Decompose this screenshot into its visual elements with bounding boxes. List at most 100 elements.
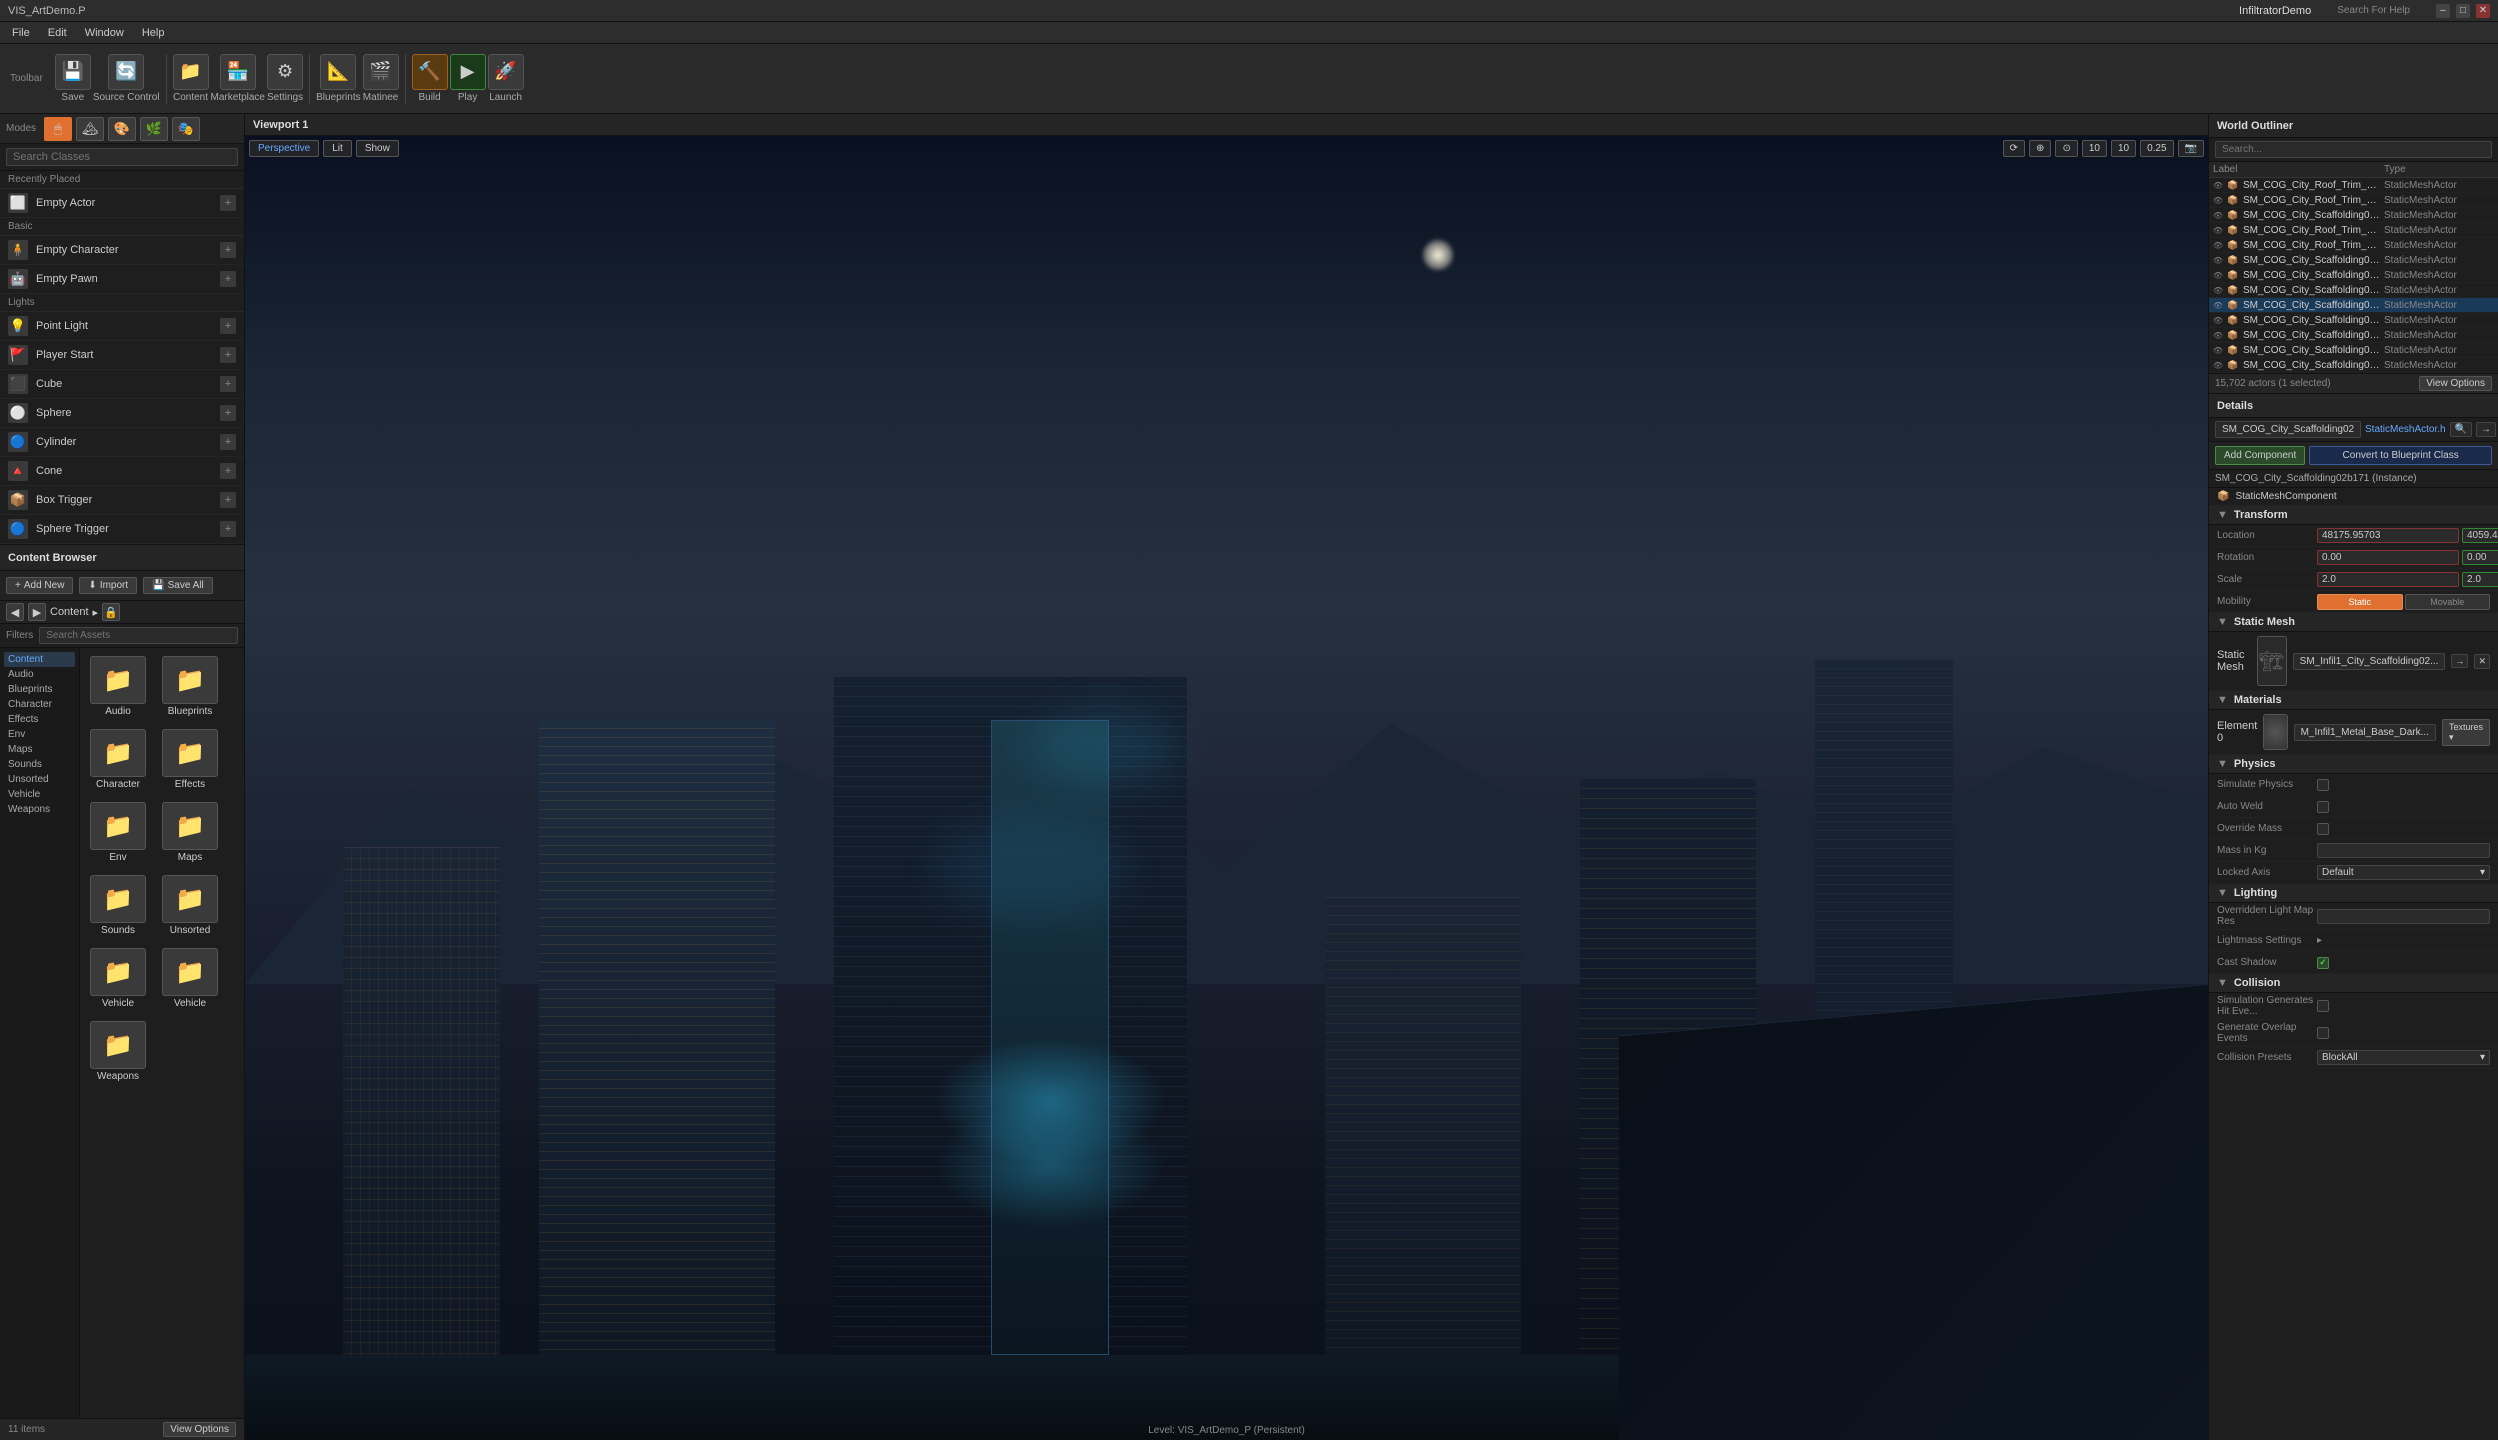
static-mesh-browse-button[interactable]: →: [2451, 654, 2468, 668]
scale-x-input[interactable]: [2317, 572, 2459, 587]
cb-folder-blueprints[interactable]: 📁 Blueprints: [156, 652, 224, 721]
gen-overlap-checkbox[interactable]: [2317, 1027, 2329, 1039]
mass-input[interactable]: [2317, 843, 2490, 858]
place-point-light[interactable]: 💡 Point Light +: [0, 312, 244, 341]
search-classes-input[interactable]: [6, 148, 238, 166]
cb-folder-weapons[interactable]: 📁 Weapons: [84, 1017, 152, 1086]
cb-folder-env[interactable]: 📁 Env: [84, 798, 152, 867]
cb-folder-unsorted[interactable]: 📁 Unsorted: [156, 871, 224, 940]
cb-folder-sounds[interactable]: 📁 Sounds: [84, 871, 152, 940]
outliner-item[interactable]: 👁 📦 SM_COG_City_Roof_Trim_VarB_Middle420…: [2209, 193, 2498, 208]
actor-class-link[interactable]: StaticMeshActor.h: [2365, 424, 2446, 435]
outliner-view-options-button[interactable]: View Options: [2419, 376, 2492, 391]
place-cone[interactable]: 🔺 Cone +: [0, 457, 244, 486]
cb-tree-item-vehicle[interactable]: Vehicle: [4, 787, 75, 802]
perspective-button[interactable]: Perspective: [249, 140, 319, 157]
mode-landscape-button[interactable]: 🏔: [76, 117, 104, 141]
place-box-trigger[interactable]: 📦 Box Trigger +: [0, 486, 244, 515]
locked-axis-dropdown[interactable]: Default ▾: [2317, 865, 2490, 880]
place-cube[interactable]: ⬛ Cube +: [0, 370, 244, 399]
add-component-button[interactable]: Add Component: [2215, 446, 2305, 465]
outliner-item[interactable]: 👁 📦 SM_COG_City_Scaffolding02b173 Static…: [2209, 328, 2498, 343]
sphere-trigger-add-btn[interactable]: +: [220, 521, 236, 537]
mode-geometry-button[interactable]: 🎭: [172, 117, 200, 141]
browse-actor-button[interactable]: →: [2476, 422, 2496, 437]
lighting-section[interactable]: ▼ Lighting: [2209, 884, 2498, 903]
search-actor-button[interactable]: 🔍: [2450, 422, 2472, 437]
cb-forward-button[interactable]: ▶: [28, 603, 46, 621]
menu-help[interactable]: Help: [134, 25, 173, 41]
textures-dropdown-button[interactable]: Textures ▾: [2442, 719, 2490, 746]
outliner-item[interactable]: 👁 📦 SM_COG_City_Scaffolding02b197 Static…: [2209, 343, 2498, 358]
static-mesh-clear-button[interactable]: ✕: [2474, 654, 2490, 669]
window-minimize-button[interactable]: –: [2436, 4, 2450, 18]
import-button[interactable]: ⬇ Import: [79, 577, 137, 594]
content-search-input[interactable]: [39, 627, 238, 644]
cube-add-btn[interactable]: +: [220, 376, 236, 392]
cb-back-button[interactable]: ◀: [6, 603, 24, 621]
build-button[interactable]: 🔨 Build: [412, 54, 448, 104]
cb-folder-audio[interactable]: 📁 Audio: [84, 652, 152, 721]
mobility-static-button[interactable]: Static: [2317, 594, 2403, 610]
add-new-button[interactable]: + Add New: [6, 577, 73, 594]
content-button[interactable]: 📁 Content: [173, 54, 209, 104]
outliner-item[interactable]: 👁 📦 SM_COG_City_Scaffolding02B_Middle457…: [2209, 208, 2498, 223]
viewport[interactable]: Perspective Lit Show ⟳ ⊕ ⊙ 10 10 0.25 📷 …: [245, 136, 2208, 1440]
cb-folder-character[interactable]: 📁 Character: [84, 725, 152, 794]
sim-gen-checkbox[interactable]: [2317, 1000, 2329, 1012]
player-start-add-btn[interactable]: +: [220, 347, 236, 363]
vp-ctrl-025[interactable]: 0.25: [2140, 140, 2173, 157]
lightmap-input[interactable]: [2317, 909, 2490, 924]
window-maximize-button[interactable]: □: [2456, 4, 2470, 18]
convert-blueprint-button[interactable]: Convert to Blueprint Class: [2309, 446, 2492, 465]
location-x-input[interactable]: [2317, 528, 2459, 543]
cb-tree-item-effects[interactable]: Effects: [4, 712, 75, 727]
matinee-button[interactable]: 🎬 Matinee: [363, 54, 399, 104]
override-mass-checkbox[interactable]: [2317, 823, 2329, 835]
outliner-item[interactable]: 👁 📦 SM_COG_City_Roof_Trim_VarB_Middle419…: [2209, 178, 2498, 193]
vp-ctrl-10-2[interactable]: 10: [2111, 140, 2136, 157]
source-control-button[interactable]: 🔄 Source Control: [93, 54, 160, 104]
outliner-item[interactable]: 👁 📦 SM_COG_City_Scaffolding02b171 Static…: [2209, 298, 2498, 313]
cylinder-add-btn[interactable]: +: [220, 434, 236, 450]
place-empty-actor[interactable]: ⬜ Empty Actor +: [0, 189, 244, 218]
place-sphere[interactable]: ⚪ Sphere +: [0, 399, 244, 428]
vp-ctrl-2[interactable]: ⊕: [2029, 140, 2051, 157]
outliner-search-input[interactable]: [2215, 141, 2492, 158]
actor-name-input[interactable]: [2215, 421, 2361, 438]
outliner-item[interactable]: 👁 📦 SM_COG_City_Scaffolding02b198 Static…: [2209, 358, 2498, 373]
point-light-add-btn[interactable]: +: [220, 318, 236, 334]
mode-foliage-button[interactable]: 🌿: [140, 117, 168, 141]
rotation-y-input[interactable]: [2462, 550, 2498, 565]
lit-button[interactable]: Lit: [323, 140, 352, 157]
window-close-button[interactable]: ✕: [2476, 4, 2490, 18]
show-button[interactable]: Show: [356, 140, 399, 157]
place-sphere-trigger[interactable]: 🔵 Sphere Trigger +: [0, 515, 244, 544]
auto-weld-checkbox[interactable]: [2317, 801, 2329, 813]
outliner-item[interactable]: 👁 📦 SM_COG_City_Roof_Trim_VarB_Middle459…: [2209, 238, 2498, 253]
outliner-item[interactable]: 👁 📦 SM_COG_City_Scaffolding02b172 Static…: [2209, 313, 2498, 328]
vp-ctrl-camera[interactable]: 📷: [2178, 140, 2204, 157]
outliner-item[interactable]: 👁 📦 SM_COG_City_Roof_Trim_VarB_Middle458…: [2209, 223, 2498, 238]
cb-tree-item-content[interactable]: Content: [4, 652, 75, 667]
vp-ctrl-3[interactable]: ⊙: [2055, 140, 2077, 157]
static-mesh-component-item[interactable]: 📦 StaticMeshComponent: [2209, 488, 2498, 506]
static-mesh-select[interactable]: SM_Infil1_City_Scaffolding02...: [2293, 653, 2446, 670]
outliner-item[interactable]: 👁 📦 SM_COG_City_Scaffolding02169 StaticM…: [2209, 268, 2498, 283]
physics-section[interactable]: ▼ Physics: [2209, 755, 2498, 774]
cb-tree-item-unsorted[interactable]: Unsorted: [4, 772, 75, 787]
mode-paint-button[interactable]: 🎨: [108, 117, 136, 141]
cb-tree-item-character[interactable]: Character: [4, 697, 75, 712]
rotation-x-input[interactable]: [2317, 550, 2459, 565]
outliner-item[interactable]: 👁 📦 SM_COG_City_Scaffolding02168 StaticM…: [2209, 253, 2498, 268]
collision-presets-dropdown[interactable]: BlockAll ▾: [2317, 1050, 2490, 1065]
cb-folder-effects[interactable]: 📁 Effects: [156, 725, 224, 794]
vp-ctrl-1[interactable]: ⟳: [2003, 140, 2025, 157]
collision-section[interactable]: ▼ Collision: [2209, 974, 2498, 993]
location-y-input[interactable]: [2462, 528, 2498, 543]
mobility-movable-button[interactable]: Movable: [2405, 594, 2491, 610]
menu-window[interactable]: Window: [77, 25, 132, 41]
scale-y-input[interactable]: [2462, 572, 2498, 587]
place-empty-pawn[interactable]: 🤖 Empty Pawn +: [0, 265, 244, 294]
cb-view-options-button[interactable]: View Options: [163, 1422, 236, 1437]
